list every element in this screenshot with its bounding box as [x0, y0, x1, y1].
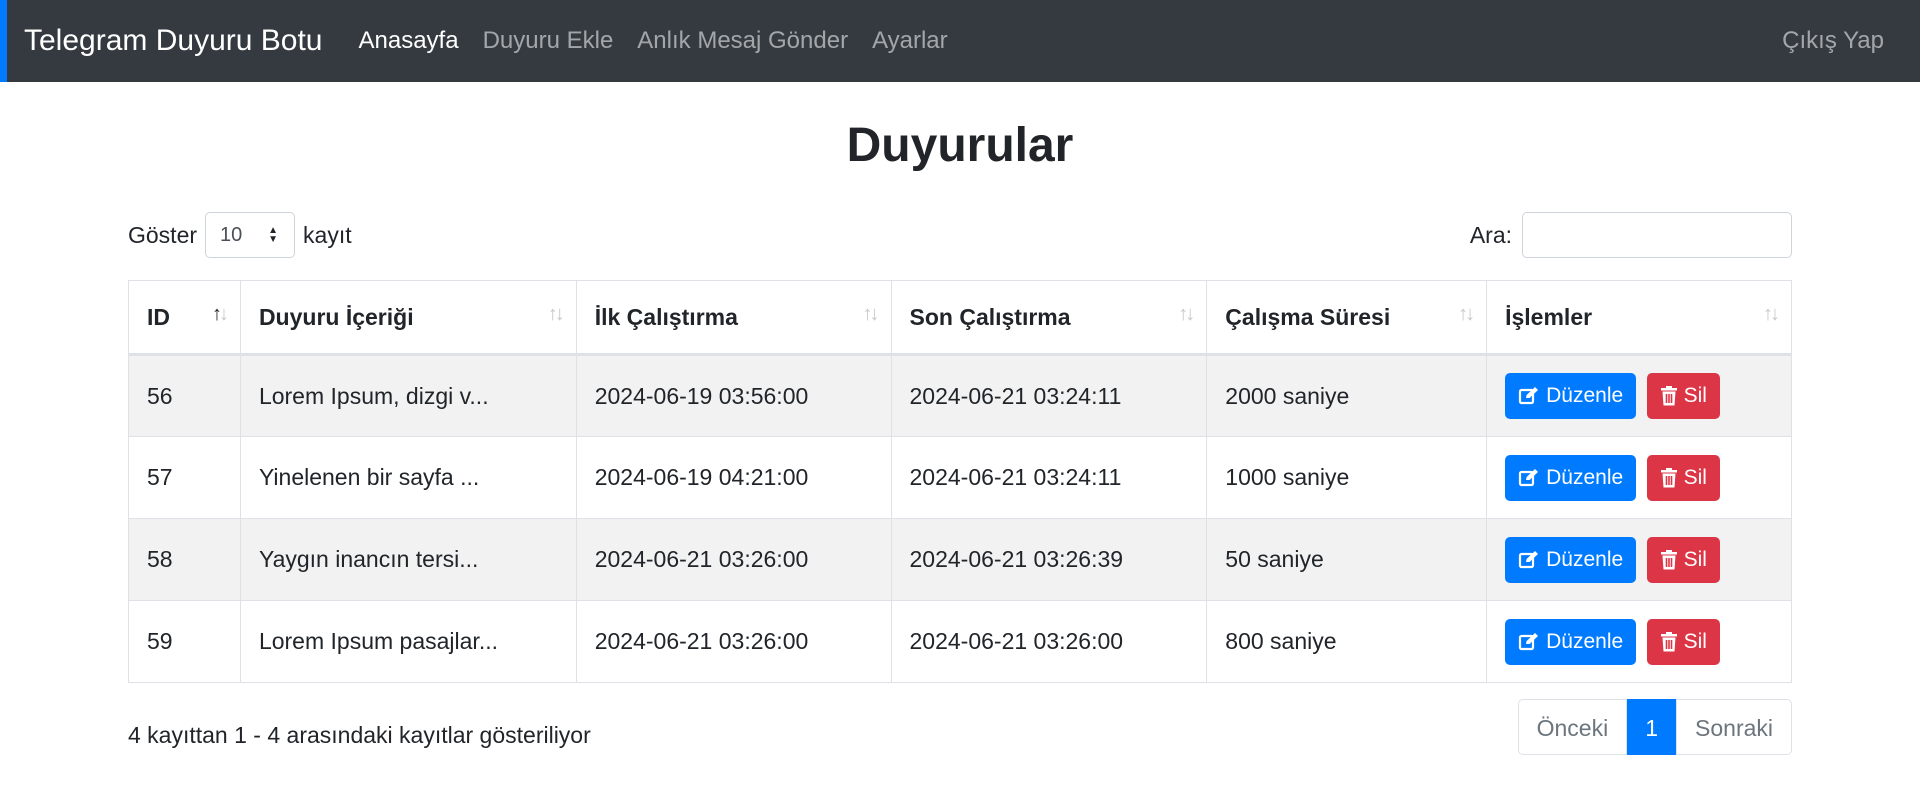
- cell-last-run: 2024-06-21 03:26:39: [890, 518, 1208, 601]
- column-header-first-run[interactable]: İlk Çalıştırma ↑↓: [575, 280, 892, 356]
- pagination: Önceki 1 Sonraki: [1517, 699, 1792, 755]
- logout-link[interactable]: Çıkış Yap: [1782, 0, 1884, 82]
- delete-button[interactable]: Sil: [1646, 536, 1720, 583]
- sort-asc-icon: ↑↓: [211, 303, 229, 326]
- column-header-duration[interactable]: Çalışma Süresi ↑↓: [1206, 280, 1488, 356]
- delete-label: Sil: [1683, 384, 1707, 407]
- cell-actions: Düzenle Sil: [1486, 518, 1792, 601]
- table-row: 58 Yaygın inancın tersi... 2024-06-21 03…: [128, 518, 1792, 601]
- cell-first-run: 2024-06-19 03:56:00: [575, 354, 892, 437]
- nav-link-anasayfa[interactable]: Anasayfa: [358, 27, 458, 55]
- sort-icon: ↑↓: [1458, 303, 1475, 326]
- cell-id: 59: [128, 600, 241, 683]
- column-header-last-run[interactable]: Son Çalıştırma ↑↓: [890, 280, 1208, 356]
- page-length-value: 10: [220, 223, 243, 246]
- select-arrows-icon: ▲ ▼: [268, 225, 279, 245]
- column-header-label: Duyuru İçeriği: [258, 303, 414, 330]
- pagination-previous[interactable]: Önceki: [1517, 699, 1628, 755]
- column-header-label: Çalışma Süresi: [1225, 303, 1391, 330]
- delete-button[interactable]: Sil: [1646, 373, 1720, 419]
- delete-button[interactable]: Sil: [1646, 454, 1720, 501]
- delete-label: Sil: [1683, 465, 1707, 489]
- nav-link-ayarlar[interactable]: Ayarlar: [872, 27, 948, 55]
- pagination-next[interactable]: Sonraki: [1676, 699, 1792, 755]
- cell-content: Yaygın inancın tersi...: [239, 518, 577, 601]
- trash-icon: [1660, 549, 1677, 569]
- page-title: Duyurular: [846, 119, 1074, 172]
- sort-icon: ↑↓: [1763, 303, 1780, 326]
- delete-label: Sil: [1683, 547, 1707, 571]
- search-control: Ara:: [1470, 212, 1792, 258]
- column-header-label: Son Çalıştırma: [909, 303, 1071, 330]
- table-header-row: ID ↑↓ Duyuru İçeriği ↑↓ İlk Çalıştırma ↑…: [128, 280, 1792, 356]
- table-row: 56 Lorem Ipsum, dizgi v... 2024-06-19 03…: [128, 354, 1792, 437]
- nav-links: Anasayfa Duyuru Ekle Anlık Mesaj Gönder …: [358, 27, 971, 55]
- cell-actions: Düzenle Sil: [1486, 600, 1792, 683]
- cell-duration: 50 saniye: [1206, 518, 1488, 601]
- show-label: Göster: [128, 221, 198, 248]
- cell-duration: 2000 saniye: [1206, 354, 1488, 437]
- cell-duration: 1000 saniye: [1206, 436, 1488, 519]
- edit-button[interactable]: Düzenle: [1505, 536, 1637, 583]
- navbar: Telegram Duyuru Botu Anasayfa Duyuru Ekl…: [0, 0, 1920, 82]
- table-info: 4 kayıttan 1 - 4 arasındaki kayıtlar gös…: [128, 722, 591, 748]
- sort-icon: ↑↓: [547, 303, 565, 326]
- edit-button[interactable]: Düzenle: [1505, 373, 1637, 419]
- cell-last-run: 2024-06-21 03:24:11: [890, 436, 1208, 519]
- cell-content: Yinelenen bir sayfa ...: [239, 436, 577, 519]
- trash-icon: [1660, 631, 1677, 651]
- cell-last-run: 2024-06-21 03:26:00: [890, 600, 1208, 683]
- page-length-select[interactable]: 10 ▲ ▼: [205, 212, 296, 258]
- pagination-page-1[interactable]: 1: [1627, 699, 1677, 755]
- edit-label: Düzenle: [1546, 629, 1624, 653]
- cell-actions: Düzenle Sil: [1486, 436, 1792, 519]
- edit-icon: [1519, 387, 1539, 405]
- sort-icon: ↑↓: [1178, 303, 1195, 326]
- cell-first-run: 2024-06-21 03:26:00: [575, 600, 892, 683]
- edit-button[interactable]: Düzenle: [1505, 454, 1637, 501]
- edit-icon: [1519, 632, 1539, 650]
- search-label: Ara:: [1469, 221, 1512, 248]
- trash-icon: [1660, 386, 1677, 406]
- edit-button[interactable]: Düzenle: [1505, 618, 1637, 665]
- cell-id: 56: [128, 354, 241, 437]
- cell-content: Lorem Ipsum pasajlar...: [239, 600, 577, 683]
- cell-duration: 800 saniye: [1206, 600, 1488, 683]
- cell-first-run: 2024-06-21 03:26:00: [575, 518, 892, 601]
- column-header-label: ID: [147, 303, 170, 330]
- cell-last-run: 2024-06-21 03:24:11: [890, 354, 1208, 437]
- cell-id: 58: [128, 518, 241, 601]
- page-length-control: Göster 10 ▲ ▼ kayıt: [128, 212, 352, 258]
- records-label: kayıt: [303, 221, 352, 248]
- column-header-label: İlk Çalıştırma: [594, 303, 738, 330]
- column-header-content[interactable]: Duyuru İçeriği ↑↓: [239, 280, 577, 356]
- announcements-table: ID ↑↓ Duyuru İçeriği ↑↓ İlk Çalıştırma ↑…: [128, 280, 1792, 683]
- edit-label: Düzenle: [1546, 384, 1624, 407]
- column-header-actions[interactable]: İşlemler ↑↓: [1486, 280, 1792, 356]
- edit-icon: [1519, 550, 1539, 568]
- edit-label: Düzenle: [1546, 547, 1624, 571]
- delete-button[interactable]: Sil: [1646, 618, 1720, 665]
- cell-first-run: 2024-06-19 04:21:00: [575, 436, 892, 519]
- cell-id: 57: [128, 436, 241, 519]
- cell-content: Lorem Ipsum, dizgi v...: [239, 354, 577, 437]
- delete-label: Sil: [1683, 629, 1707, 653]
- trash-icon: [1660, 467, 1677, 487]
- nav-link-anlik-mesaj[interactable]: Anlık Mesaj Gönder: [637, 27, 848, 55]
- column-header-id[interactable]: ID ↑↓: [128, 280, 241, 356]
- nav-link-duyuru-ekle[interactable]: Duyuru Ekle: [483, 27, 614, 55]
- sort-icon: ↑↓: [862, 303, 880, 326]
- table-row: 59 Lorem Ipsum pasajlar... 2024-06-21 03…: [128, 600, 1792, 683]
- search-input[interactable]: [1522, 212, 1792, 258]
- navbar-accent-strip: [0, 0, 7, 82]
- edit-icon: [1519, 468, 1539, 486]
- edit-label: Düzenle: [1546, 465, 1624, 489]
- cell-actions: Düzenle Sil: [1486, 354, 1792, 437]
- navbar-brand[interactable]: Telegram Duyuru Botu: [24, 24, 322, 58]
- table-row: 57 Yinelenen bir sayfa ... 2024-06-19 04…: [128, 436, 1792, 519]
- column-header-label: İşlemler: [1505, 303, 1593, 330]
